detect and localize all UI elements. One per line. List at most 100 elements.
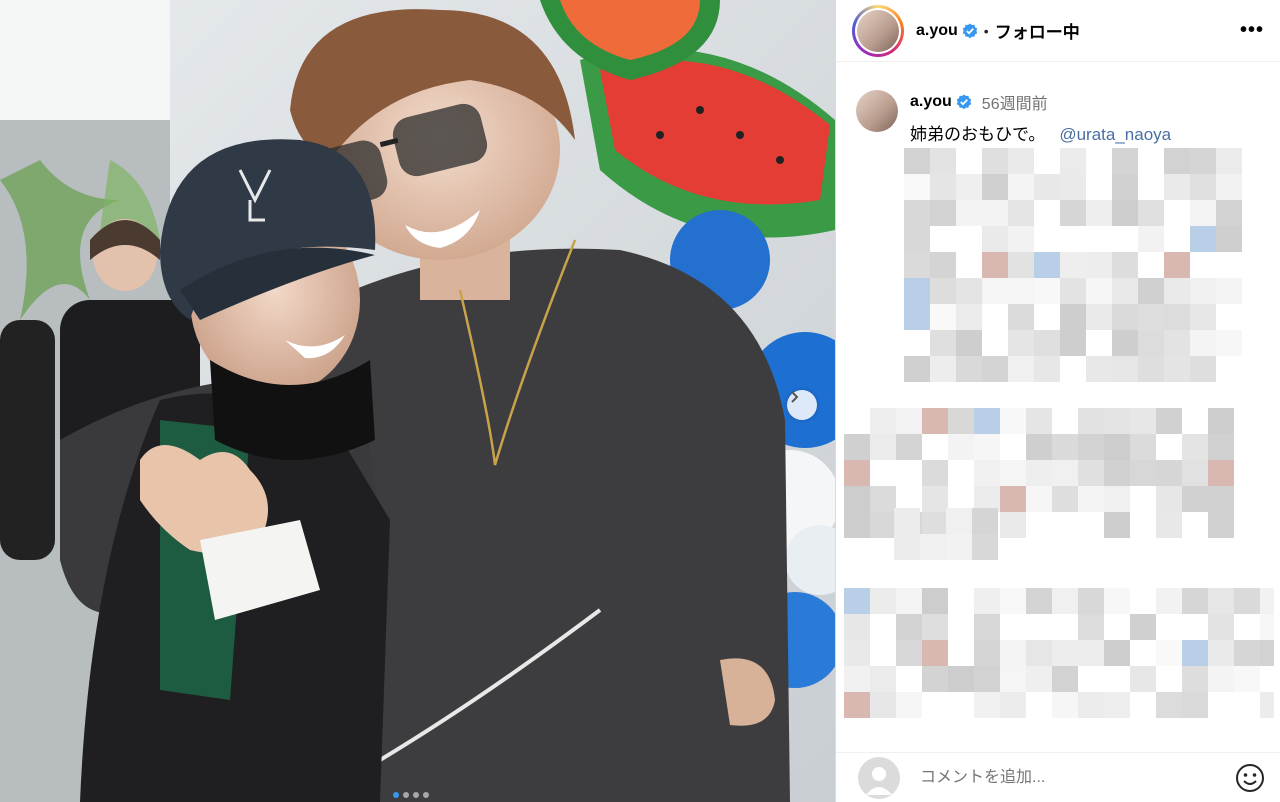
pixel-block — [1190, 148, 1216, 174]
pixel-block — [1026, 666, 1052, 692]
pixel-block — [1000, 692, 1026, 718]
pixel-block — [1156, 460, 1182, 486]
comment-input[interactable] — [918, 767, 1222, 788]
pixel-block — [904, 226, 930, 252]
pixel-block — [1052, 692, 1078, 718]
pixel-block — [896, 640, 922, 666]
caption-avatar[interactable] — [856, 90, 898, 132]
pixel-block — [974, 408, 1000, 434]
pixel-block — [948, 666, 974, 692]
mention-link[interactable]: @urata_naoya — [1059, 125, 1171, 144]
pixel-block — [956, 200, 982, 226]
pixel-block — [1130, 434, 1156, 460]
pixel-block — [1216, 278, 1242, 304]
pixel-block — [1078, 640, 1104, 666]
pixel-block — [1086, 278, 1112, 304]
pixel-block — [972, 534, 998, 560]
pixel-block — [982, 252, 1008, 278]
pixel-block — [1078, 408, 1104, 434]
pixel-block — [1052, 460, 1078, 486]
pixel-block — [1112, 330, 1138, 356]
pixel-block — [982, 174, 1008, 200]
pixel-block — [870, 486, 896, 512]
pixel-block — [1130, 460, 1156, 486]
pixel-block — [946, 508, 972, 534]
pixel-block — [956, 304, 982, 330]
caption-username[interactable]: a.you — [910, 93, 952, 111]
pixel-block — [1208, 512, 1234, 538]
pixel-block — [1112, 356, 1138, 382]
story-ring[interactable] — [852, 4, 904, 57]
pixel-block — [1078, 588, 1104, 614]
pixel-block — [1008, 174, 1034, 200]
pixel-block — [1182, 692, 1208, 718]
next-photo-button[interactable] — [787, 390, 817, 420]
pixel-block — [896, 434, 922, 460]
pixel-block — [1086, 304, 1112, 330]
pixel-block — [1130, 666, 1156, 692]
pixel-block — [1008, 200, 1034, 226]
caption-text: 姉弟のおもひで。 — [910, 125, 1046, 144]
more-options-button[interactable]: ••• — [1240, 19, 1264, 42]
pixel-block — [1138, 278, 1164, 304]
avatar — [857, 9, 899, 52]
user-avatar-placeholder — [858, 756, 900, 799]
pixel-block — [844, 460, 870, 486]
pixel-block — [1060, 330, 1086, 356]
carousel-dot — [403, 792, 409, 798]
pixel-block — [922, 460, 948, 486]
emoji-icon[interactable] — [1235, 763, 1265, 793]
pixel-block — [972, 508, 998, 534]
following-button[interactable]: フォロー中 — [995, 18, 1080, 43]
pixel-block — [1182, 588, 1208, 614]
pixel-block — [946, 534, 972, 560]
pixel-block — [904, 304, 930, 330]
pixel-block — [1008, 226, 1034, 252]
pixel-block — [1260, 692, 1274, 718]
pixel-block — [1208, 666, 1234, 692]
pixel-block — [1026, 434, 1052, 460]
pixel-block — [1190, 226, 1216, 252]
pixel-block — [1112, 304, 1138, 330]
pixel-block — [930, 356, 956, 382]
pixel-block — [1112, 174, 1138, 200]
pixel-block — [1026, 486, 1052, 512]
pixel-block — [896, 408, 922, 434]
pixel-block — [1104, 434, 1130, 460]
pixel-block — [1078, 692, 1104, 718]
pixel-block — [896, 588, 922, 614]
pixel-block — [1190, 174, 1216, 200]
post-timestamp[interactable]: 56週間前 — [982, 90, 1048, 114]
pixel-block — [948, 408, 974, 434]
pixel-block — [1104, 460, 1130, 486]
pixel-block — [1208, 640, 1234, 666]
post-photo[interactable] — [0, 0, 835, 802]
pixel-block — [1138, 200, 1164, 226]
pixel-block — [920, 534, 946, 560]
verified-badge-icon — [962, 23, 977, 38]
pixel-block — [870, 666, 896, 692]
pixel-block — [956, 174, 982, 200]
pixel-block — [1190, 356, 1216, 382]
pixel-block — [1156, 486, 1182, 512]
header-username[interactable]: a.you — [916, 22, 958, 40]
pixel-block — [922, 666, 948, 692]
pixel-block — [1060, 278, 1086, 304]
pixel-block — [1086, 356, 1112, 382]
pixel-block — [1182, 460, 1208, 486]
pixel-block — [1104, 512, 1130, 538]
pixel-block — [1164, 174, 1190, 200]
pixel-block — [1138, 226, 1164, 252]
pixel-block — [844, 512, 870, 538]
pixel-block — [1190, 200, 1216, 226]
pixel-block — [1208, 434, 1234, 460]
pixel-block — [844, 434, 870, 460]
pixel-block — [1078, 460, 1104, 486]
pixel-block — [1060, 148, 1086, 174]
post-header: a.you • フォロー中 ••• — [836, 0, 1280, 62]
pixel-block — [930, 252, 956, 278]
pixel-block — [904, 356, 930, 382]
pixel-block — [974, 640, 1000, 666]
pixel-block — [1000, 588, 1026, 614]
pixel-block — [956, 330, 982, 356]
